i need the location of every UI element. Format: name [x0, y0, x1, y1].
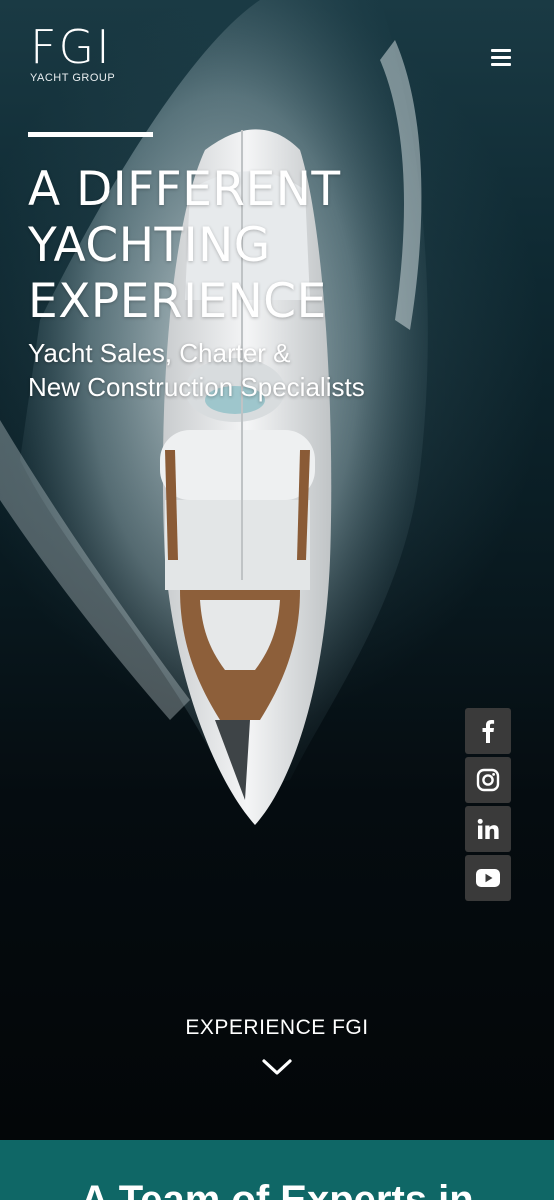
headline-line: A DIFFERENT — [28, 162, 341, 217]
subheading-line: New Construction Specialists — [28, 372, 365, 402]
experts-section: A Team of Experts in — [0, 1140, 554, 1200]
instagram-button[interactable] — [465, 757, 511, 803]
hamburger-menu-icon[interactable] — [486, 44, 516, 70]
headline-rule — [28, 132, 153, 137]
social-links — [465, 708, 511, 904]
chevron-down-icon — [262, 1059, 292, 1075]
headline-line: YACHTING — [28, 218, 271, 273]
section-title: A Team of Experts in — [80, 1178, 474, 1200]
youtube-button[interactable] — [465, 855, 511, 901]
experience-fgi-link[interactable]: EXPERIENCE FGI — [0, 1016, 554, 1076]
linkedin-button[interactable] — [465, 806, 511, 852]
cta-label: EXPERIENCE FGI — [185, 1016, 369, 1039]
logo-subtitle: YACHT GROUP — [30, 72, 116, 84]
headline-line: EXPERIENCE — [28, 274, 327, 329]
subheading-line: Yacht Sales, Charter & — [28, 338, 291, 368]
youtube-icon — [476, 869, 500, 887]
linkedin-icon — [477, 818, 499, 839]
fgi-logo[interactable]: FGI YACHT GROUP — [30, 24, 130, 84]
instagram-icon — [476, 768, 500, 792]
hero-headline: A DIFFERENT YACHTING EXPERIENCE — [28, 162, 428, 330]
hero-subheading: Yacht Sales, Charter & New Construction … — [28, 336, 488, 404]
facebook-button[interactable] — [465, 708, 511, 754]
facebook-icon — [482, 720, 495, 743]
hero-section: FGI YACHT GROUP A DIFFERENT YACHTING EXP… — [0, 0, 554, 1140]
logo-mark: FGI — [30, 20, 112, 74]
